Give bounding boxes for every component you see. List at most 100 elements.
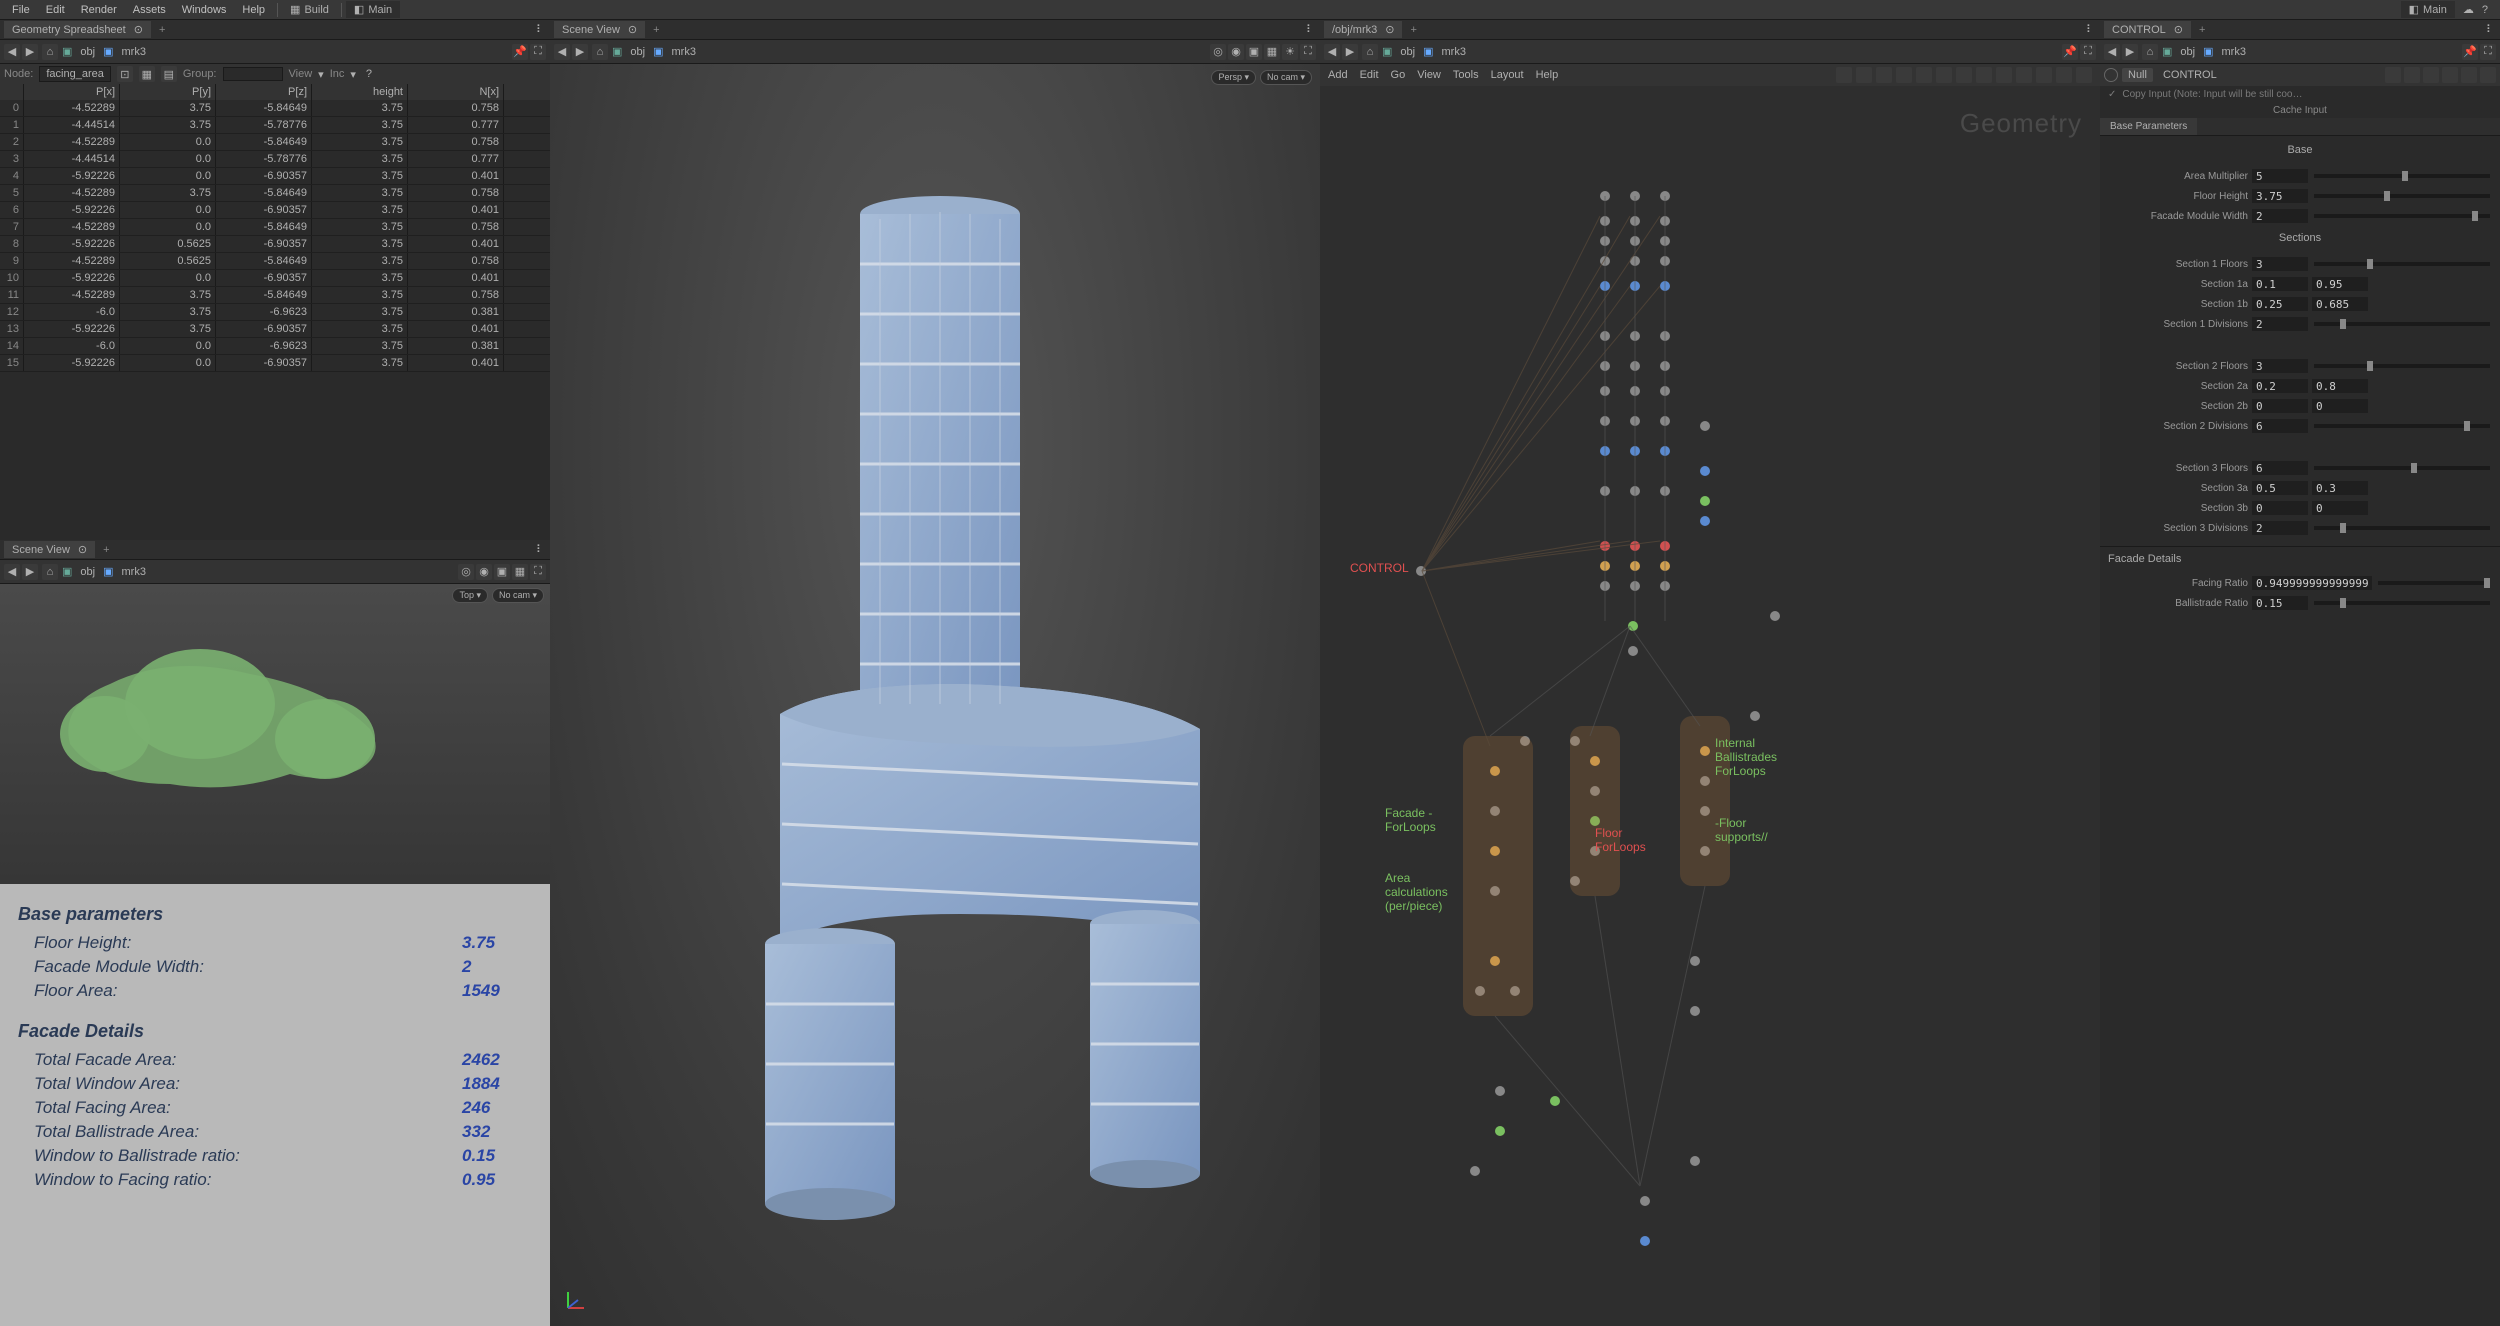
- net-menu-layout[interactable]: Layout: [1491, 69, 1524, 81]
- network-node[interactable]: [1600, 386, 1610, 396]
- wire-icon[interactable]: ▣: [1246, 44, 1262, 60]
- param-field[interactable]: [2312, 399, 2368, 413]
- network-node[interactable]: [1600, 191, 1610, 201]
- main-3d-viewport[interactable]: Persp ▾ No cam ▾: [550, 64, 1320, 1326]
- grid-icon[interactable]: ▦: [1264, 44, 1280, 60]
- net-tool-icon[interactable]: [2036, 67, 2052, 83]
- desktop-right-main[interactable]: ◧ Main: [2401, 1, 2455, 18]
- network-node[interactable]: [1630, 281, 1640, 291]
- param-slider[interactable]: [2314, 364, 2490, 368]
- menu-windows[interactable]: Windows: [174, 2, 235, 18]
- network-node[interactable]: [1660, 561, 1670, 571]
- param-field[interactable]: [2252, 481, 2308, 495]
- param-tool-icon[interactable]: [2423, 67, 2439, 83]
- network-node[interactable]: [1495, 1086, 1505, 1096]
- view-tool-icon[interactable]: ▣: [494, 564, 510, 580]
- tab-control[interactable]: CONTROL⊙: [2104, 21, 2191, 38]
- table-row[interactable]: 13-5.922263.75-6.903573.750.401: [0, 321, 550, 338]
- network-node[interactable]: [1660, 446, 1670, 456]
- param-field[interactable]: [2252, 419, 2308, 433]
- param-slider[interactable]: [2314, 194, 2490, 198]
- network-node[interactable]: [1630, 541, 1640, 551]
- net-tool-icon[interactable]: [1916, 67, 1932, 83]
- network-node[interactable]: [1690, 956, 1700, 966]
- render-icon[interactable]: ◎: [1210, 44, 1226, 60]
- param-tool-icon[interactable]: [2385, 67, 2401, 83]
- view-tool-icon[interactable]: ◎: [458, 564, 474, 580]
- expand-icon[interactable]: ⛶: [2480, 44, 2496, 60]
- network-node[interactable]: [1628, 646, 1638, 656]
- nav-fwd-icon[interactable]: ▶: [1342, 44, 1358, 60]
- tab-add[interactable]: +: [1404, 22, 1422, 38]
- pin-icon[interactable]: ⊙: [134, 23, 143, 36]
- network-node[interactable]: [1690, 1156, 1700, 1166]
- param-field[interactable]: [2252, 521, 2308, 535]
- pane-menu-icon[interactable]: ⠇: [530, 23, 550, 36]
- tab-add[interactable]: +: [97, 542, 115, 558]
- floor-cluster[interactable]: [1570, 726, 1620, 896]
- control-node-label[interactable]: CONTROL: [1350, 561, 1409, 575]
- network-node[interactable]: [1600, 281, 1610, 291]
- table-row[interactable]: 10-5.922260.0-6.903573.750.401: [0, 270, 550, 287]
- pane-menu-icon[interactable]: ⠇: [2080, 23, 2100, 36]
- network-canvas[interactable]: Geometry CONTROL Facade - ForLoops Area …: [1320, 86, 2100, 1326]
- network-node[interactable]: [1660, 256, 1670, 266]
- help-icon[interactable]: ?: [366, 68, 372, 80]
- table-row[interactable]: 15-5.922260.0-6.903573.750.401: [0, 355, 550, 372]
- network-node[interactable]: [1630, 236, 1640, 246]
- param-field[interactable]: [2252, 209, 2308, 223]
- network-node[interactable]: [1600, 446, 1610, 456]
- network-node[interactable]: [1700, 496, 1710, 506]
- network-node[interactable]: [1660, 331, 1670, 341]
- network-node[interactable]: [1660, 581, 1670, 591]
- network-node[interactable]: [1600, 236, 1610, 246]
- points-icon[interactable]: ⊡: [117, 66, 133, 82]
- check-icon[interactable]: ✓: [2108, 89, 2116, 100]
- nav-fwd-icon[interactable]: ▶: [22, 564, 38, 580]
- expand-icon[interactable]: ⛶: [530, 564, 546, 580]
- pane-menu-icon[interactable]: ⠇: [530, 543, 550, 556]
- network-node[interactable]: [1660, 416, 1670, 426]
- param-field[interactable]: [2252, 501, 2308, 515]
- param-field[interactable]: [2312, 277, 2368, 291]
- param-slider[interactable]: [2314, 322, 2490, 326]
- network-node[interactable]: [1600, 541, 1610, 551]
- network-node[interactable]: [1630, 446, 1640, 456]
- nav-fwd-icon[interactable]: ▶: [572, 44, 588, 60]
- param-field[interactable]: [2252, 596, 2308, 610]
- desktop-tab-main[interactable]: ◧ Main: [346, 1, 400, 18]
- control-node[interactable]: [1416, 566, 1426, 576]
- build-button[interactable]: ▦ Build: [282, 1, 337, 18]
- cache-input-note[interactable]: Cache Input: [2100, 103, 2500, 118]
- network-node[interactable]: [1495, 1126, 1505, 1136]
- node-name-field[interactable]: CONTROL: [2157, 68, 2223, 82]
- cloud-icon[interactable]: ☁: [2463, 3, 2474, 16]
- param-slider[interactable]: [2314, 174, 2490, 178]
- network-node[interactable]: [1630, 581, 1640, 591]
- network-node[interactable]: [1750, 711, 1760, 721]
- net-tool-icon[interactable]: [2016, 67, 2032, 83]
- table-row[interactable]: 9-4.522890.5625-5.846493.750.758: [0, 253, 550, 270]
- net-tool-icon[interactable]: [1876, 67, 1892, 83]
- network-node[interactable]: [1660, 191, 1670, 201]
- param-field[interactable]: [2252, 399, 2308, 413]
- network-node[interactable]: [1640, 1196, 1650, 1206]
- group-field[interactable]: [223, 67, 283, 81]
- network-node[interactable]: [1700, 421, 1710, 431]
- menu-edit[interactable]: Edit: [38, 2, 73, 18]
- net-tool-icon[interactable]: [1936, 67, 1952, 83]
- network-node[interactable]: [1660, 386, 1670, 396]
- nav-back-icon[interactable]: ◀: [4, 564, 20, 580]
- param-field[interactable]: [2252, 317, 2308, 331]
- param-field[interactable]: [2312, 297, 2368, 311]
- home-icon[interactable]: ⌂: [2142, 44, 2158, 60]
- param-slider[interactable]: [2314, 424, 2490, 428]
- search-icon[interactable]: [2104, 68, 2118, 82]
- network-node[interactable]: [1660, 236, 1670, 246]
- menu-assets[interactable]: Assets: [125, 2, 174, 18]
- table-row[interactable]: 6-5.922260.0-6.903573.750.401: [0, 202, 550, 219]
- pin-icon[interactable]: ⊙: [78, 543, 87, 556]
- table-row[interactable]: 8-5.922260.5625-6.903573.750.401: [0, 236, 550, 253]
- net-tool-icon[interactable]: [1996, 67, 2012, 83]
- network-node[interactable]: [1470, 1166, 1480, 1176]
